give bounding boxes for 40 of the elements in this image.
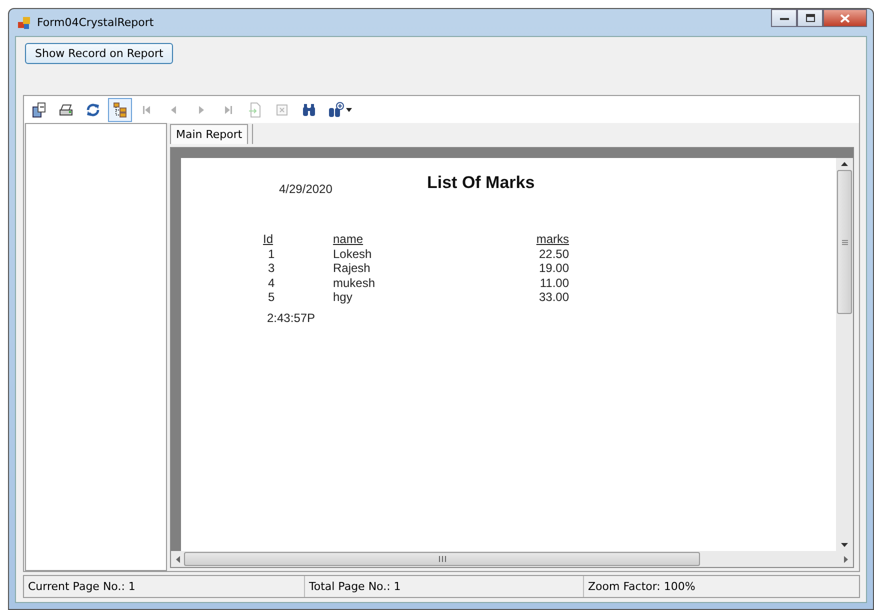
column-header: name	[333, 232, 364, 246]
maximize-icon	[806, 14, 814, 22]
report-time: 2:43:57P	[267, 310, 316, 324]
close-button[interactable]	[823, 9, 867, 27]
table-cell-text: Lokesh	[333, 246, 373, 261]
grip-icon	[438, 556, 446, 562]
table-cell-text: hgy	[333, 290, 354, 304]
scroll-right-icon[interactable]	[844, 556, 848, 562]
scroll-left-icon[interactable]	[176, 556, 180, 562]
table-cell-text: 5	[267, 290, 276, 304]
grip-icon	[842, 240, 848, 244]
scroll-down-icon[interactable]	[841, 543, 848, 547]
status-text: Zoom Factor: 100%	[587, 579, 696, 595]
table-cell-text: 3	[267, 261, 276, 276]
maximize-button[interactable]	[797, 9, 823, 27]
status-text: Current Page No.: 1	[24, 576, 305, 597]
minimize-button[interactable]	[771, 9, 797, 27]
report-date: 4/29/2020	[279, 182, 334, 196]
tree-icon[interactable]	[108, 98, 132, 122]
table-cell-text: 11.00	[538, 276, 569, 290]
vertical-scrollbar[interactable]	[836, 158, 853, 551]
status-text: Total Page No.: 1	[305, 576, 584, 597]
report-title: List Of Marks	[427, 173, 535, 193]
table-cell-text: 19.00	[538, 261, 569, 276]
table-cell-text: 33.00	[538, 290, 569, 304]
table-cell-text: 1	[267, 246, 276, 261]
table-cell-text: mukesh	[333, 276, 376, 290]
table-cell-text: Rajesh	[333, 261, 372, 276]
horizontal-scrollbar[interactable]	[171, 551, 853, 567]
column-header: marks	[535, 232, 569, 246]
show-record-button[interactable]: Show Record on Report	[25, 43, 174, 64]
table-cell-text: 4	[267, 276, 276, 290]
table-cell-text: 22.50	[538, 246, 569, 261]
close-icon	[840, 14, 850, 22]
report-tab[interactable]: Main Report	[170, 124, 248, 144]
scroll-up-icon[interactable]	[841, 162, 848, 166]
column-header: Id	[263, 232, 274, 246]
window-title: Form04CrystalReport	[37, 16, 154, 29]
minimize-icon	[780, 16, 788, 20]
form-icon	[17, 16, 31, 30]
